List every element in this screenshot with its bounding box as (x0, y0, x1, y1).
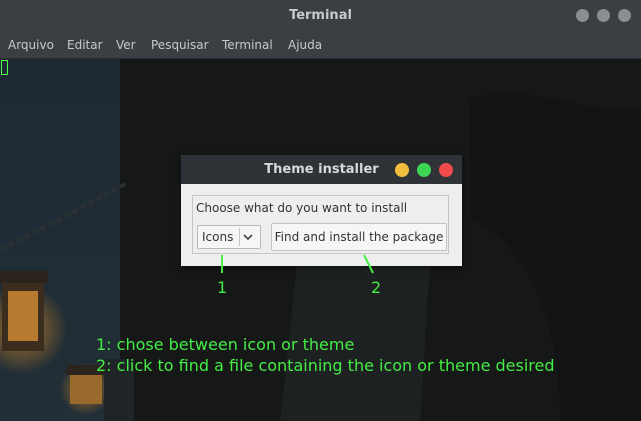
annotation-note: 2: click to find a file containing the i… (96, 356, 555, 375)
window-title: Terminal (289, 8, 352, 23)
find-install-button[interactable]: Find and install the package (271, 223, 447, 251)
dialog-titlebar: Theme installer (181, 155, 462, 184)
menu-pesquisar[interactable]: Pesquisar (151, 38, 209, 52)
minimize-icon[interactable] (576, 9, 589, 22)
maximize-icon[interactable] (417, 163, 431, 177)
terminal-titlebar: Terminal (0, 0, 641, 33)
minimize-icon[interactable] (395, 163, 409, 177)
install-options-group: Choose what do you want to install Icons… (192, 195, 449, 254)
theme-installer-dialog: Theme installer Choose what do you want … (181, 155, 462, 266)
marker-2: 2 (371, 278, 382, 297)
close-icon[interactable] (439, 163, 453, 177)
menu-ajuda[interactable]: Ajuda (288, 38, 322, 52)
menubar: Arquivo Editar Ver Pesquisar Terminal Aj… (0, 33, 641, 59)
chevron-down-icon (239, 228, 256, 246)
type-select[interactable]: Icons (197, 225, 261, 249)
menu-terminal[interactable]: Terminal (222, 38, 273, 52)
maximize-icon[interactable] (597, 9, 610, 22)
menu-arquivo[interactable]: Arquivo (8, 38, 54, 52)
annotation-note: 1: chose between icon or theme (96, 335, 355, 354)
marker-1: 1 (217, 278, 228, 297)
terminal-cursor (1, 60, 8, 75)
menu-editar[interactable]: Editar (67, 38, 103, 52)
close-icon[interactable] (618, 9, 631, 22)
type-select-value: Icons (202, 230, 234, 244)
group-label: Choose what do you want to install (196, 201, 408, 215)
menu-ver[interactable]: Ver (116, 38, 136, 52)
